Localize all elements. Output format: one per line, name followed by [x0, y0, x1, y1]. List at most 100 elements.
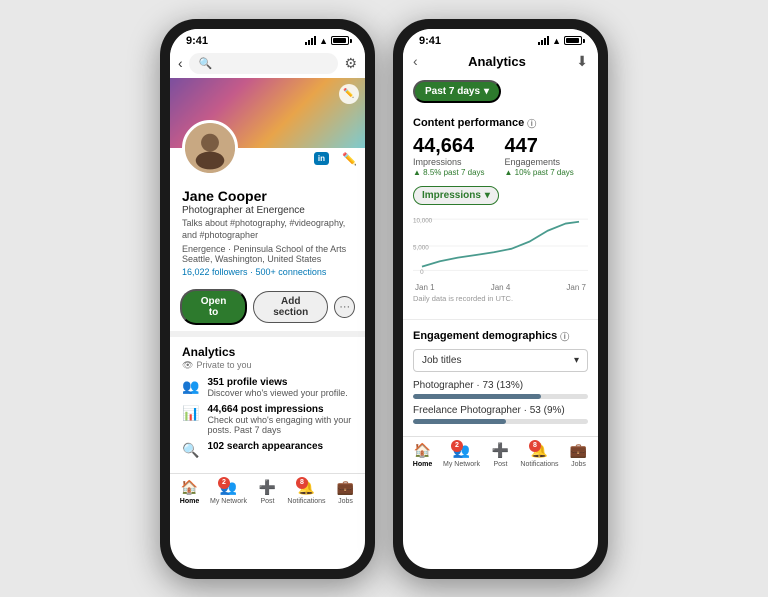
profile-views-count: 351 profile views — [207, 377, 347, 388]
nav-post-label: Post — [260, 498, 274, 505]
nav-home[interactable]: 🏠 Home — [170, 479, 209, 505]
add-section-button[interactable]: Add section — [253, 291, 328, 323]
bottom-nav-left: 🏠 Home 2 👥 My Network ➕ Post 8 🔔 Notific… — [170, 473, 365, 511]
search-appearances-icon: 🔍 — [182, 442, 199, 459]
nav-network-label: My Network — [210, 498, 247, 505]
profile-title: Photographer at Energence — [182, 205, 353, 216]
dropdown-chevron-icon: ▾ — [574, 355, 579, 366]
nav-network[interactable]: 2 👥 My Network — [209, 479, 248, 505]
nav-home-right[interactable]: 🏠 Home — [403, 442, 442, 468]
post-icon-right: ➕ — [492, 442, 509, 459]
impressions-value: 44,664 — [413, 136, 485, 156]
analytics-page-title: Analytics — [418, 54, 577, 69]
analytics-item-search[interactable]: 🔍 102 search appearances — [182, 441, 353, 459]
profile-views-icon: 👥 — [182, 378, 199, 395]
profile-info: Jane Cooper Photographer at Energence Ta… — [170, 184, 365, 283]
open-to-button[interactable]: Open to — [180, 289, 247, 325]
demo-bar-bg-freelance — [413, 419, 588, 424]
engagements-stat: 447 Engagements 10% past 7 days — [505, 136, 574, 177]
impressions-count: 44,664 post impressions — [207, 404, 353, 415]
nav-jobs-right[interactable]: 💼 Jobs — [559, 442, 598, 468]
chart-svg: 10,000 5,000 0 — [413, 211, 588, 281]
impressions-icon: 📊 — [182, 405, 199, 422]
profile-stats: 16,022 followers · 500+ connections — [182, 267, 353, 277]
chart-label-jan4: Jan 4 — [491, 283, 511, 292]
home-icon-right: 🏠 — [414, 442, 431, 459]
search-icon: 🔍 — [199, 57, 213, 70]
engagements-change: 10% past 7 days — [505, 168, 574, 177]
gear-icon[interactable]: ⚙ — [344, 55, 357, 72]
engagements-label: Engagements — [505, 157, 574, 167]
search-input[interactable]: 🔍 — [189, 53, 339, 74]
engagement-info-icon: ⓘ — [560, 330, 569, 343]
bottom-nav-right: 🏠 Home 2 👥 My Network ➕ Post 8 🔔 Notific… — [403, 436, 598, 474]
svg-text:0: 0 — [420, 268, 424, 275]
chart-label-jan7: Jan 7 — [566, 283, 586, 292]
demo-item-photographer: Photographer · 73 (13%) — [413, 380, 588, 399]
profile-views-desc: Discover who's viewed your profile. — [207, 388, 347, 398]
dropdown-value: Job titles — [422, 355, 461, 366]
status-time-right: 9:41 — [419, 35, 441, 47]
battery-icon-right — [564, 36, 582, 45]
section-divider — [403, 319, 598, 320]
chart-daily-note: Daily data is recorded in UTC. — [413, 294, 588, 303]
nav-home-label-right: Home — [413, 461, 432, 468]
time-filter-button[interactable]: Past 7 days ▾ — [413, 80, 501, 103]
status-icons-right: ▲ — [538, 36, 582, 46]
status-time-left: 9:41 — [186, 35, 208, 47]
search-appearances-count: 102 search appearances — [207, 441, 323, 452]
chart-x-labels: Jan 1 Jan 4 Jan 7 — [413, 283, 588, 292]
right-phone: 9:41 ▲ ‹ Analytics ⬇ Past 7 days ▾ — [393, 19, 608, 579]
analytics-item-impressions[interactable]: 📊 44,664 post impressions Check out who'… — [182, 404, 353, 435]
left-screen: 9:41 ▲ ‹ 🔍 ⚙ ✏️ — [170, 29, 365, 569]
right-screen: 9:41 ▲ ‹ Analytics ⬇ Past 7 days ▾ — [403, 29, 598, 569]
nav-jobs[interactable]: 💼 Jobs — [326, 479, 365, 505]
engagement-title: Engagement demographics ⓘ — [413, 330, 588, 343]
status-bar-left: 9:41 ▲ — [170, 29, 365, 49]
analytics-section: Analytics 👁 Private to you 👥 351 profile… — [170, 337, 365, 473]
engagements-value: 447 — [505, 136, 574, 156]
analytics-header: ‹ Analytics ⬇ — [403, 49, 598, 74]
notifications-badge-right: 8 — [529, 440, 541, 452]
edit-profile-icon[interactable]: ✏️ — [342, 152, 357, 166]
status-bar-right: 9:41 ▲ — [403, 29, 598, 49]
wifi-icon: ▲ — [319, 36, 328, 46]
linkedin-badge: in — [314, 152, 329, 165]
edit-cover-button[interactable]: ✏️ — [339, 84, 359, 104]
chevron-down-icon: ▾ — [484, 86, 489, 97]
avatar — [182, 120, 238, 176]
back-arrow-icon[interactable]: ‹ — [178, 55, 183, 71]
content-performance: Content performance ⓘ 44,664 Impressions… — [403, 109, 598, 315]
impressions-filter-button[interactable]: Impressions ▾ — [413, 186, 499, 205]
nav-notifications-label-right: Notifications — [520, 461, 558, 468]
jobs-icon-right: 💼 — [570, 442, 587, 459]
more-options-button[interactable]: ··· — [334, 296, 355, 318]
profile-name: Jane Cooper — [182, 188, 353, 205]
battery-icon — [331, 36, 349, 45]
analytics-item-views[interactable]: 👥 351 profile views Discover who's viewe… — [182, 377, 353, 398]
demo-label-photographer: Photographer · 73 (13%) — [413, 380, 588, 391]
nav-post-label-right: Post — [493, 461, 507, 468]
download-icon[interactable]: ⬇ — [576, 53, 588, 70]
notifications-badge: 8 — [296, 477, 308, 489]
nav-post[interactable]: ➕ Post — [248, 479, 287, 505]
demo-bar-fill-photographer — [413, 394, 541, 399]
demo-item-freelance: Freelance Photographer · 53 (9%) — [413, 405, 588, 424]
nav-post-right[interactable]: ➕ Post — [481, 442, 520, 468]
demo-bar-fill-freelance — [413, 419, 506, 424]
time-filter: Past 7 days ▾ — [403, 74, 598, 109]
demo-label-freelance: Freelance Photographer · 53 (9%) — [413, 405, 588, 416]
nav-notifications[interactable]: 8 🔔 Notifications — [287, 479, 326, 505]
perf-title: Content performance ⓘ — [413, 117, 588, 130]
nav-network-right[interactable]: 2 👥 My Network — [442, 442, 481, 468]
analytics-subtitle: 👁 Private to you — [182, 360, 353, 371]
jobs-icon: 💼 — [337, 479, 354, 496]
action-buttons: Open to Add section ··· — [170, 283, 365, 331]
nav-notifications-right[interactable]: 8 🔔 Notifications — [520, 442, 559, 468]
nav-notifications-label: Notifications — [287, 498, 325, 505]
avatar-area: in ✏️ — [170, 148, 365, 184]
network-badge-right: 2 — [451, 440, 463, 452]
left-phone: 9:41 ▲ ‹ 🔍 ⚙ ✏️ — [160, 19, 375, 579]
job-titles-dropdown[interactable]: Job titles ▾ — [413, 349, 588, 372]
impressions-label: Impressions — [413, 157, 485, 167]
